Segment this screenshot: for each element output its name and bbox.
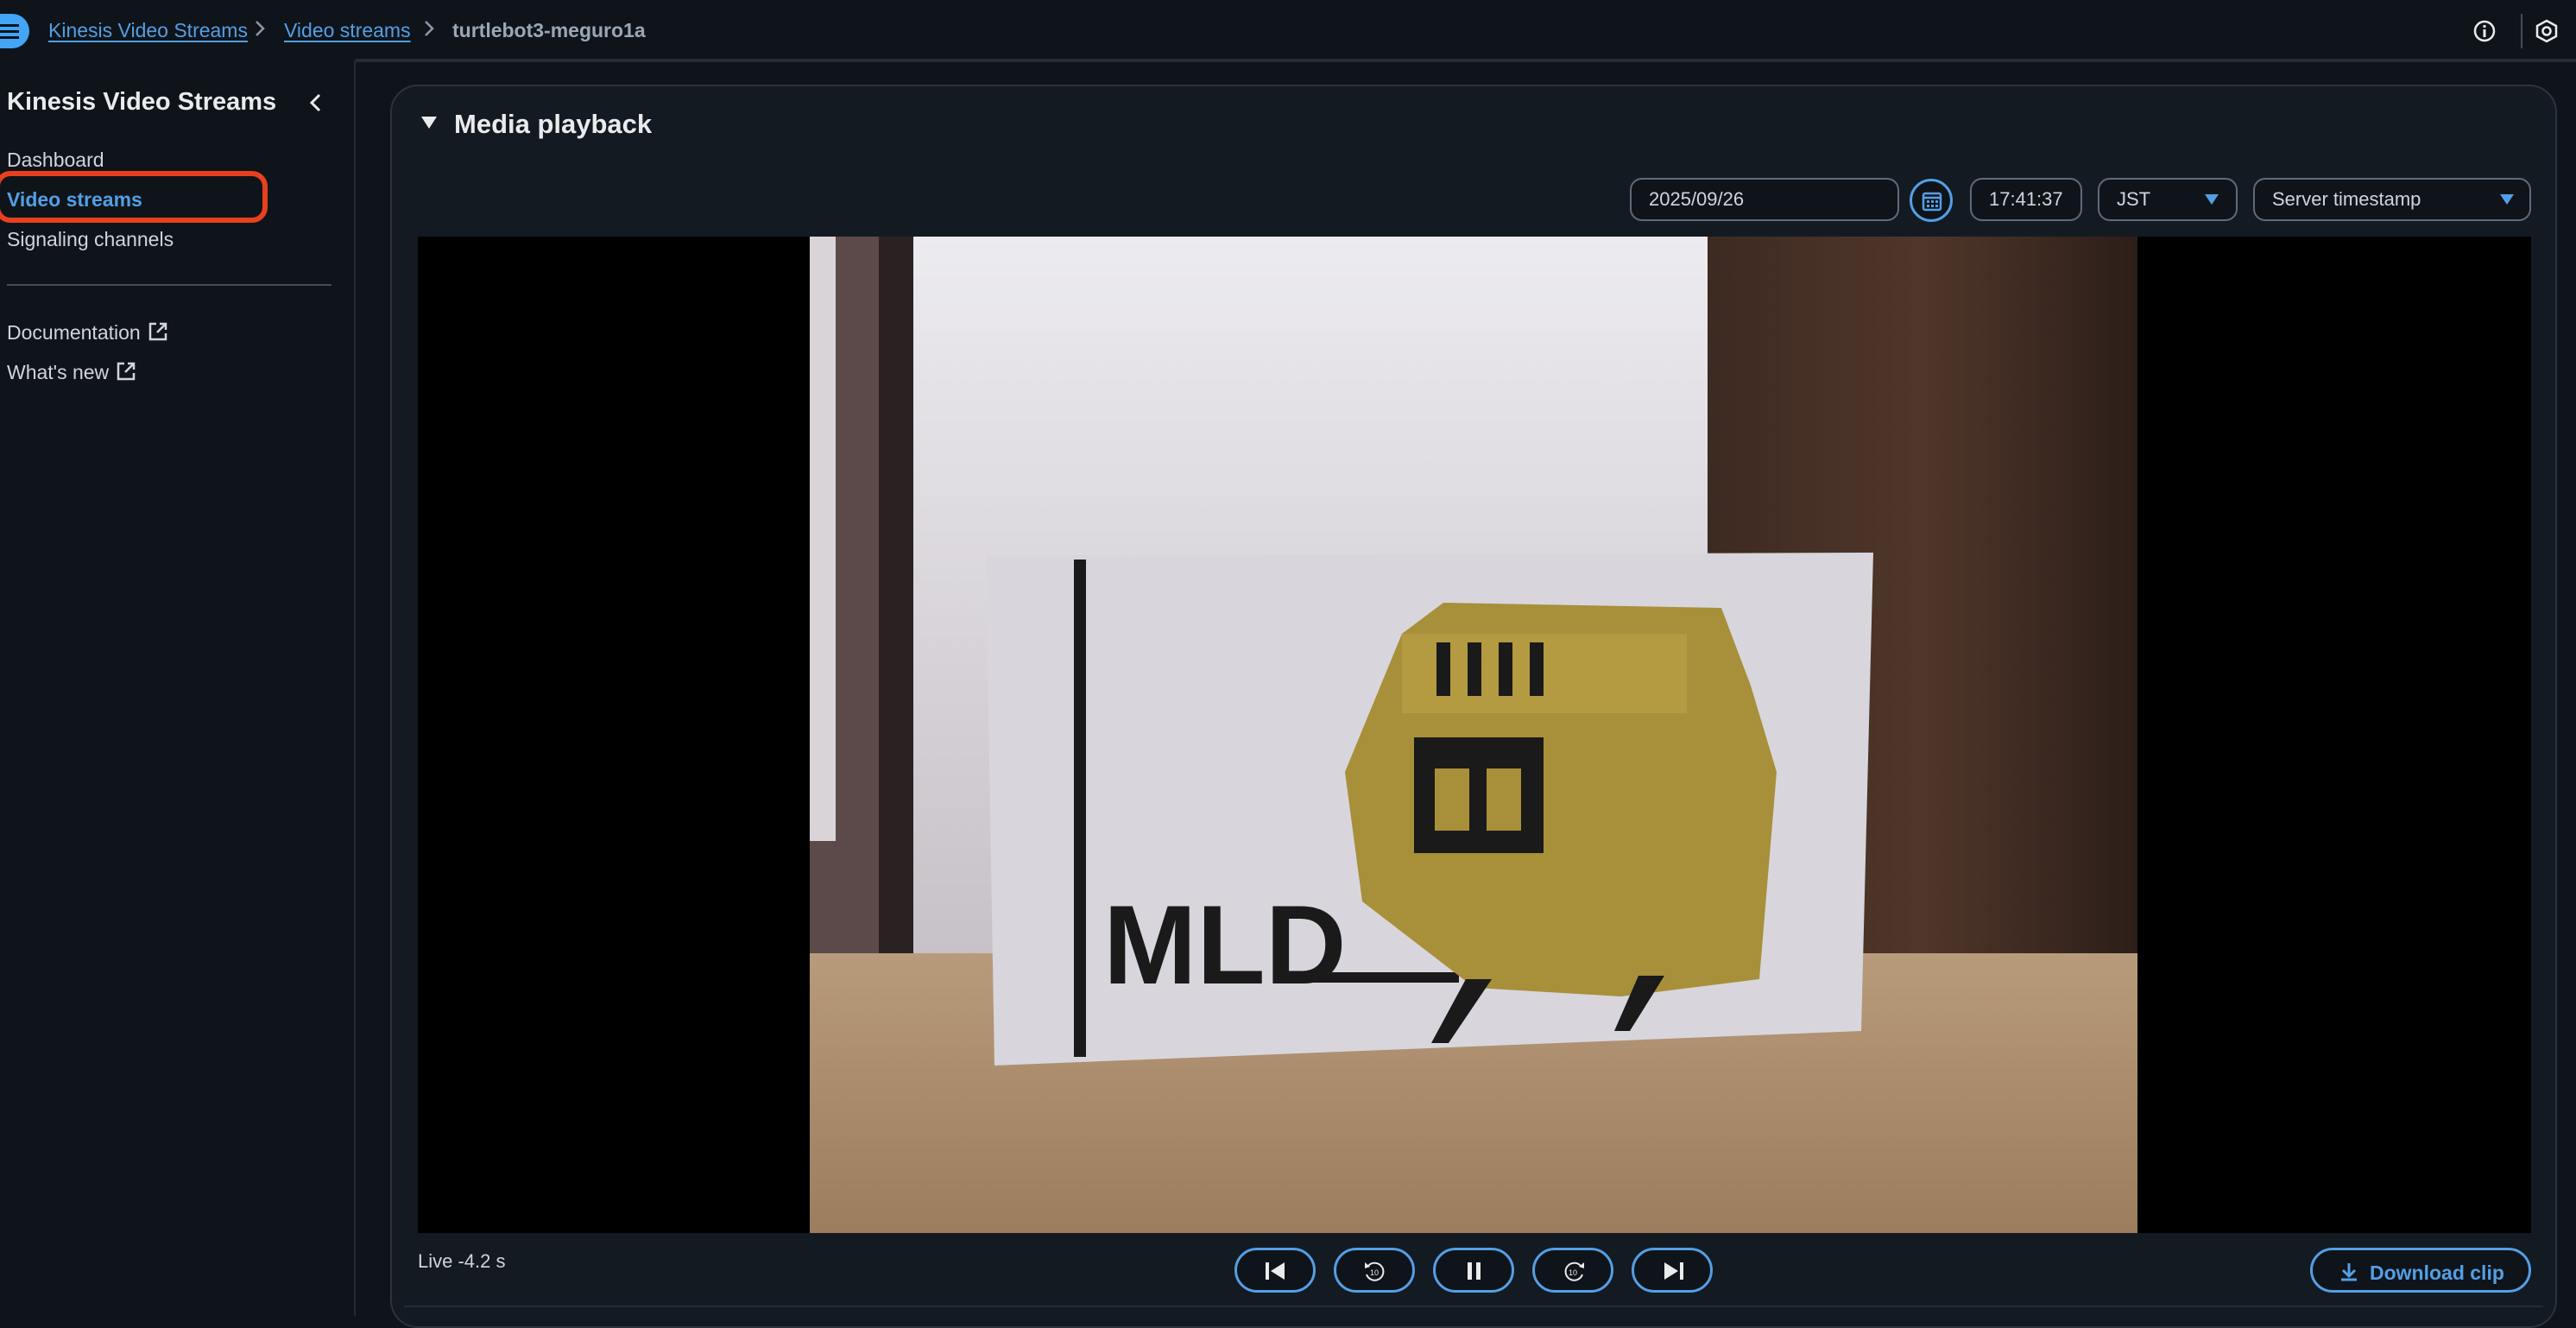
- hamburger-menu-icon: [0, 24, 19, 39]
- forward-10-button[interactable]: 10: [1532, 1248, 1613, 1293]
- svg-text:10: 10: [1370, 1268, 1379, 1277]
- timezone-value: JST: [2117, 188, 2151, 210]
- panel-title[interactable]: Media playback: [454, 109, 652, 140]
- sidebar-link-documentation[interactable]: Documentation: [7, 321, 168, 345]
- svg-text:10: 10: [1569, 1268, 1577, 1277]
- sidebar-divider: [7, 284, 331, 286]
- svg-text:MLD: MLD: [1103, 882, 1347, 1008]
- caret-down-icon: [2500, 194, 2514, 205]
- skip-forward-icon: [1664, 1262, 1683, 1280]
- external-link-icon: [148, 322, 167, 341]
- annotation-highlight-box: [0, 171, 268, 223]
- whats-new-label: What's new: [7, 361, 110, 383]
- collapse-sidebar-icon[interactable]: [307, 92, 325, 114]
- breadcrumb-video-streams[interactable]: Video streams: [284, 19, 411, 42]
- chevron-right-icon: [425, 21, 434, 36]
- breadcrumb-current-stream: turtlebot3-meguro1a: [452, 19, 646, 41]
- calendar-icon: [1922, 192, 1942, 212]
- skip-back-icon: [1266, 1262, 1285, 1280]
- date-input[interactable]: 2025/09/26: [1630, 178, 1899, 221]
- calendar-button[interactable]: [1910, 179, 1953, 222]
- sidebar-item-dashboard[interactable]: Dashboard: [7, 149, 104, 172]
- time-input[interactable]: 17:41:37: [1970, 178, 2082, 221]
- skip-to-start-button[interactable]: [1234, 1248, 1316, 1293]
- external-link-icon: [117, 362, 136, 381]
- documentation-label: Documentation: [7, 321, 141, 344]
- caret-down-icon: [2205, 194, 2219, 205]
- sidebar-title: Kinesis Video Streams: [7, 88, 277, 116]
- live-status-text: Live -4.2 s: [418, 1250, 506, 1272]
- pause-button[interactable]: [1433, 1248, 1514, 1293]
- menu-button[interactable]: [0, 14, 29, 48]
- timestamp-type-value: Server timestamp: [2272, 188, 2421, 210]
- forward-10-icon: 10: [1564, 1262, 1584, 1281]
- pause-icon: [1468, 1262, 1481, 1280]
- skip-to-live-button[interactable]: [1632, 1248, 1713, 1293]
- content-top-divider: [356, 59, 2576, 60]
- rewind-10-button[interactable]: 10: [1334, 1248, 1415, 1293]
- chevron-right-icon: [256, 21, 265, 36]
- sidebar-item-signaling-channels[interactable]: Signaling channels: [7, 228, 174, 251]
- download-icon: [2341, 1263, 2357, 1281]
- timezone-select[interactable]: JST: [2098, 178, 2238, 221]
- side-navigation: Kinesis Video Streams Dashboard Video st…: [0, 60, 356, 1316]
- top-bar-divider: [2521, 14, 2522, 48]
- settings-hexagon-icon[interactable]: [2535, 19, 2559, 43]
- rewind-10-icon: 10: [1365, 1262, 1385, 1281]
- caret-down-icon[interactable]: [420, 114, 439, 131]
- breadcrumb-kinesis-video-streams[interactable]: Kinesis Video Streams: [48, 19, 248, 42]
- download-clip-button[interactable]: Download clip: [2310, 1248, 2531, 1293]
- video-frame-image: MLD: [810, 237, 2137, 1233]
- video-frame-scene: MLD: [810, 237, 2137, 1233]
- sidebar-link-whats-new[interactable]: What's new: [7, 361, 136, 384]
- timestamp-type-select[interactable]: Server timestamp: [2253, 178, 2531, 221]
- download-clip-label: Download clip: [2370, 1262, 2504, 1284]
- panel-bottom-divider: [404, 1306, 2543, 1307]
- top-navigation-bar: Kinesis Video Streams Video streams turt…: [0, 0, 2576, 62]
- info-icon[interactable]: [2472, 19, 2497, 43]
